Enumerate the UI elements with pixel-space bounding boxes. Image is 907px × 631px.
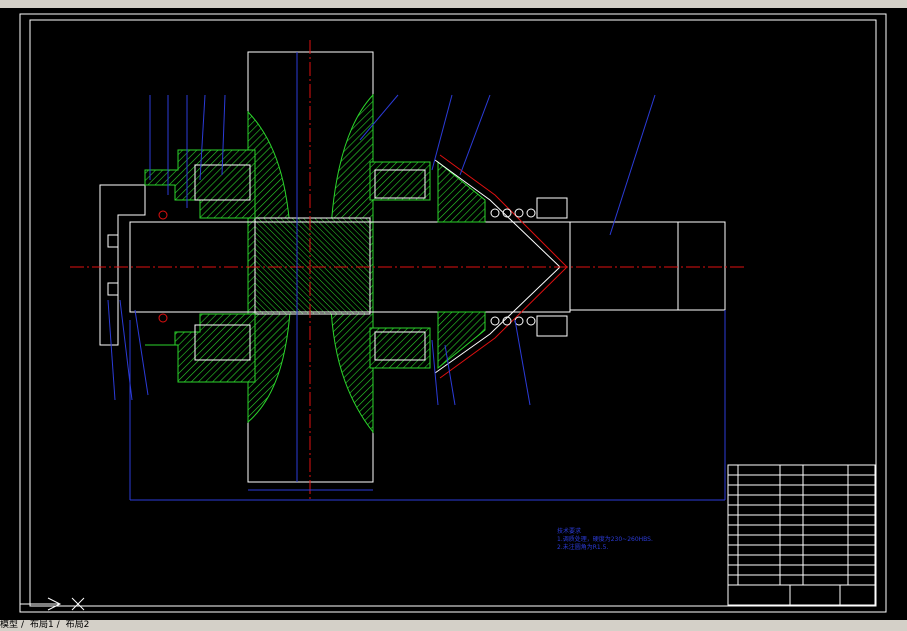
technical-requirements-note: 技术要求 1.调质处理，硬度为230~260HBS. 2.未注圆角为R1.5.	[557, 528, 653, 552]
tab-layout1[interactable]: 布局1	[30, 620, 54, 630]
title-block	[727, 464, 876, 606]
tab-separator: /	[56, 620, 60, 630]
hub-section	[254, 217, 371, 315]
left-bearing-housing	[99, 149, 256, 383]
tab-separator: /	[21, 620, 25, 630]
tab-layout2[interactable]: 布局2	[66, 620, 90, 630]
tab-model[interactable]: 模型	[0, 620, 18, 630]
toolbar-strip	[0, 0, 907, 8]
center-lines	[70, 40, 745, 500]
note-line-2: 2.未注圆角为R1.5.	[557, 544, 609, 551]
cad-drawing-canvas[interactable]	[0, 8, 907, 620]
layout-tabs-bar: 模型 / 布局1/ 布局2	[0, 620, 907, 631]
note-title: 技术要求	[557, 528, 582, 535]
note-line-1: 1.调质处理，硬度为230~260HBS.	[557, 536, 653, 543]
